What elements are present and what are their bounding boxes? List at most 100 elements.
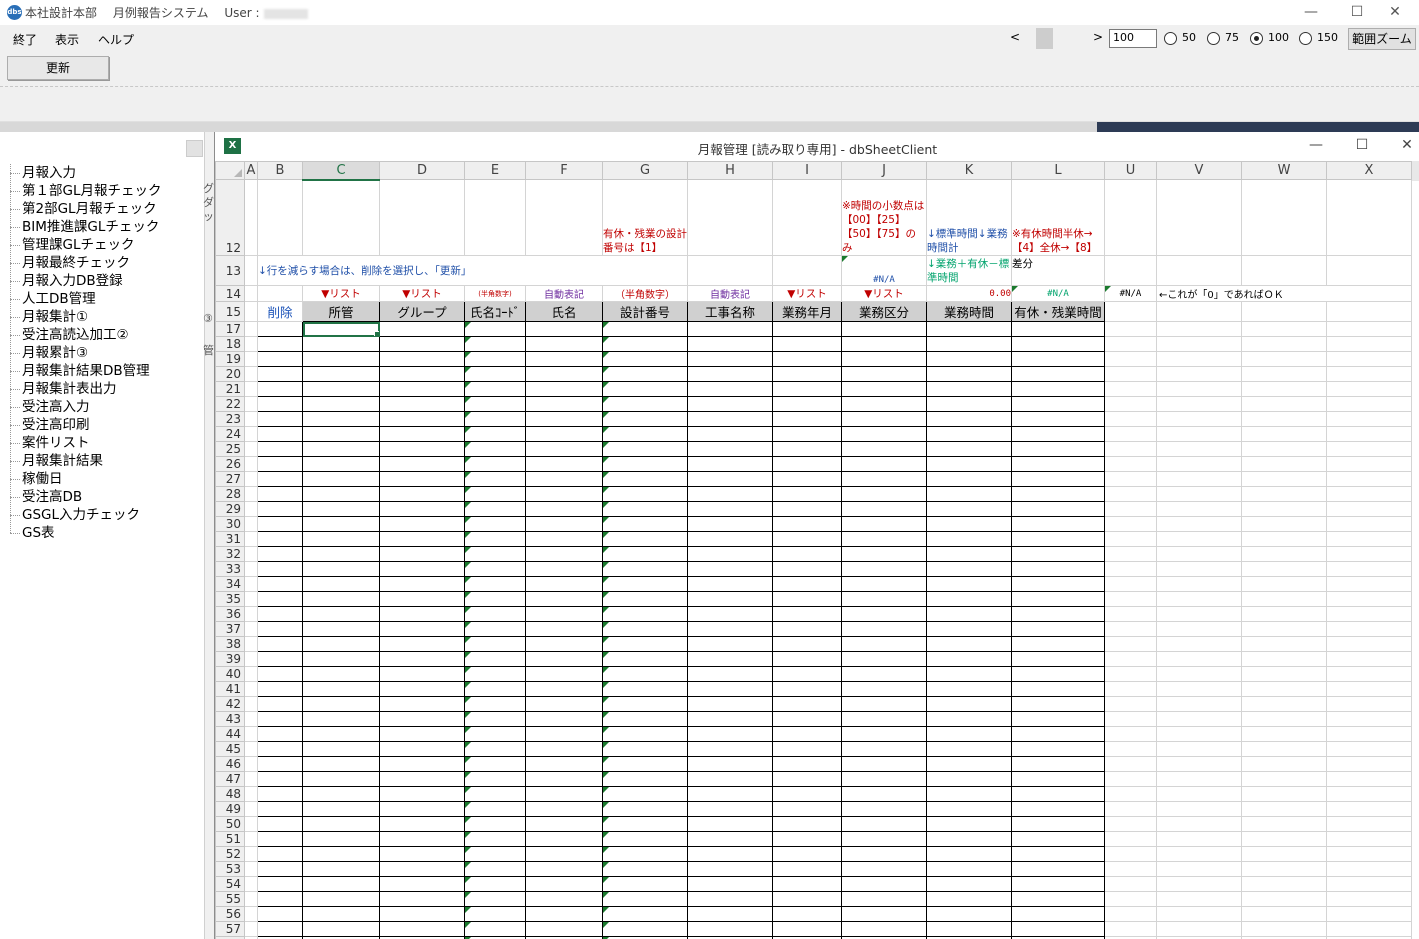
sheet-cell[interactable] (602, 831, 688, 847)
sheet-cell[interactable] (687, 561, 773, 577)
sheet-cell[interactable] (1156, 651, 1242, 667)
sheet-cell[interactable] (1326, 456, 1412, 472)
sheet-cell[interactable] (1241, 846, 1327, 862)
sheet-cell[interactable] (464, 381, 526, 397)
tree-item-orders-print[interactable]: 受注高印刷 (0, 416, 205, 434)
sheet-cell[interactable] (1156, 861, 1242, 877)
sheet-cell[interactable] (1011, 456, 1105, 472)
sheet-cell[interactable] (772, 906, 842, 922)
sheet-cell[interactable] (1104, 576, 1157, 592)
sheet-cell[interactable] (841, 321, 927, 337)
sheet-cell[interactable] (302, 831, 380, 847)
sheet-cell[interactable] (525, 711, 603, 727)
sheet-cell[interactable] (379, 636, 465, 652)
sheet-cell[interactable] (1241, 741, 1327, 757)
sheet-cell[interactable] (926, 351, 1012, 367)
sheet-cell[interactable] (1241, 681, 1327, 697)
sheet-cell[interactable] (772, 396, 842, 412)
sheet-cell[interactable] (602, 876, 688, 892)
row-header[interactable]: 35 (215, 591, 245, 607)
row-header[interactable]: 36 (215, 606, 245, 622)
sheet-cell[interactable] (926, 516, 1012, 532)
sheet-cell[interactable] (244, 546, 258, 562)
sheet-cell[interactable] (464, 726, 526, 742)
excel-close-button[interactable]: ✕ (1392, 137, 1419, 153)
sheet-cell[interactable] (379, 606, 465, 622)
sheet-cell[interactable] (926, 906, 1012, 922)
sheet-cell[interactable] (464, 756, 526, 772)
sheet-cell[interactable] (602, 381, 688, 397)
column-header-E[interactable]: E (464, 161, 526, 180)
column-header-U[interactable]: U (1104, 161, 1157, 180)
sheet-cell[interactable] (257, 396, 303, 412)
sheet-cell[interactable] (926, 606, 1012, 622)
sheet-cell[interactable] (1104, 606, 1157, 622)
sheet-cell[interactable] (772, 696, 842, 712)
sheet-cell[interactable] (926, 471, 1012, 487)
sheet-cell[interactable] (257, 546, 303, 562)
sheet-cell[interactable] (772, 921, 842, 937)
row-header[interactable]: 48 (215, 786, 245, 802)
sheet-cell[interactable] (1104, 801, 1157, 817)
sheet-cell[interactable] (525, 576, 603, 592)
menu-view[interactable]: 表示 (55, 31, 79, 48)
sheet-cell[interactable] (926, 891, 1012, 907)
row-header[interactable]: 12 (215, 179, 245, 256)
sheet-cell[interactable] (302, 636, 380, 652)
row-header[interactable]: 24 (215, 426, 245, 442)
sheet-cell[interactable] (244, 501, 258, 517)
sheet-cell[interactable] (525, 906, 603, 922)
sheet-cell[interactable] (1326, 486, 1412, 502)
sheet-cell[interactable] (1104, 501, 1157, 517)
sheet-cell[interactable] (687, 351, 773, 367)
sheet-cell[interactable] (1011, 741, 1105, 757)
sheet-cell[interactable] (772, 846, 842, 862)
sheet-cell[interactable] (1011, 681, 1105, 697)
sheet-cell[interactable] (1241, 471, 1327, 487)
sheet-cell[interactable] (1241, 546, 1327, 562)
row-header[interactable]: 40 (215, 666, 245, 682)
sheet-cell[interactable] (464, 546, 526, 562)
sheet-cell[interactable] (464, 636, 526, 652)
sheet-cell[interactable] (687, 426, 773, 442)
sheet-cell[interactable] (1104, 411, 1157, 427)
sheet-cell[interactable] (244, 321, 258, 337)
sheet-cell[interactable] (602, 426, 688, 442)
sheet-cell[interactable] (525, 831, 603, 847)
sheet-cell[interactable] (1156, 726, 1242, 742)
sheet-cell[interactable] (1011, 561, 1105, 577)
sheet-cell[interactable] (244, 531, 258, 547)
sheet-cell[interactable] (302, 336, 380, 352)
sheet-cell[interactable] (1104, 591, 1157, 607)
sheet-cell[interactable] (1104, 426, 1157, 442)
sheet-cell[interactable] (772, 786, 842, 802)
sheet-cell[interactable] (772, 561, 842, 577)
tree-item-orders-input[interactable]: 受注高入力 (0, 398, 205, 416)
sheet-cell[interactable] (926, 651, 1012, 667)
sheet-cell[interactable] (687, 786, 773, 802)
sheet-cell[interactable] (1326, 351, 1412, 367)
sheet-cell[interactable] (602, 576, 688, 592)
tree-item-gsgl-check[interactable]: GSGL入力チェック (0, 506, 205, 524)
sheet-cell[interactable] (1011, 786, 1105, 802)
sheet-cell[interactable] (1104, 921, 1157, 937)
sheet-cell[interactable] (841, 636, 927, 652)
sheet-cell[interactable] (302, 501, 380, 517)
sheet-cell[interactable] (464, 561, 526, 577)
sheet-cell[interactable] (1326, 741, 1412, 757)
sheet-cell[interactable] (244, 696, 258, 712)
sheet-cell[interactable] (525, 741, 603, 757)
sheet-cell[interactable] (687, 831, 773, 847)
sheet-cell[interactable] (464, 336, 526, 352)
sheet-cell[interactable] (841, 831, 927, 847)
sheet-cell[interactable] (1011, 441, 1105, 457)
sheet-cell[interactable] (244, 351, 258, 367)
sheet-cell[interactable] (926, 456, 1012, 472)
sheet-cell[interactable] (687, 441, 773, 457)
sheet-cell[interactable] (1241, 756, 1327, 772)
row-header[interactable]: 53 (215, 861, 245, 877)
sheet-cell[interactable] (772, 321, 842, 337)
sheet-cell[interactable] (244, 921, 258, 937)
sheet-cell[interactable] (257, 636, 303, 652)
sheet-cell[interactable] (602, 516, 688, 532)
